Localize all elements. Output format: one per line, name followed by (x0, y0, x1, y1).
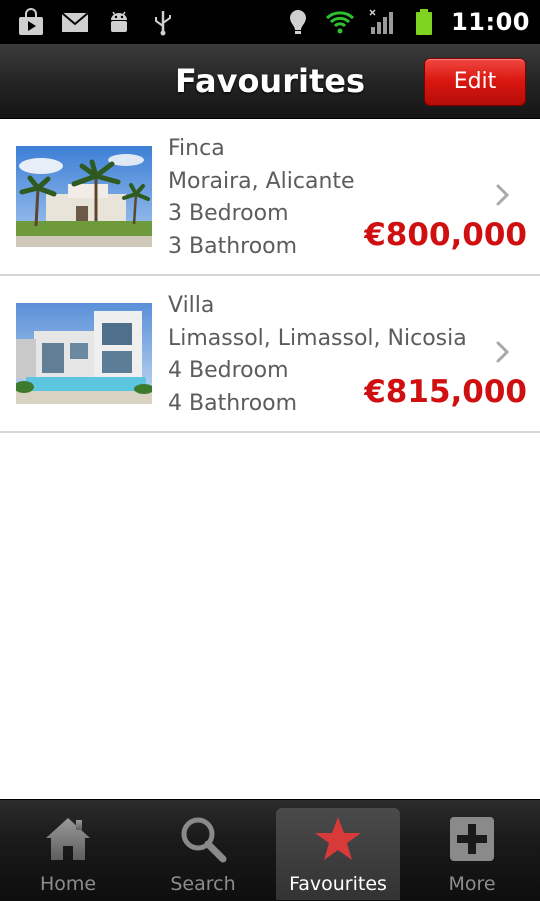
wifi-icon (326, 11, 355, 34)
property-location: Moraira, Alicante (168, 168, 355, 194)
property-type: Villa (168, 293, 215, 318)
tab-search[interactable]: Search (141, 808, 265, 900)
search-icon (181, 817, 227, 863)
property-price: €800,000 (364, 217, 527, 253)
tab-label: Search (170, 873, 236, 895)
bottom-tab-bar: Home Search Favourites More (0, 799, 540, 901)
android-icon (111, 11, 127, 32)
property-price: €815,000 (364, 374, 527, 410)
home-icon (46, 818, 90, 860)
property-bedrooms: 3 Bedroom (168, 201, 289, 226)
property-type: Finca (168, 136, 225, 161)
tab-favourites[interactable]: Favourites (276, 808, 400, 900)
star-icon (315, 817, 361, 860)
favourites-list: Finca Moraira, Alicante 3 Bedroom 3 Bath… (0, 119, 540, 433)
chevron-right-icon (496, 341, 510, 363)
location-icon (290, 10, 307, 34)
shopping-bag-icon (19, 8, 43, 35)
usb-icon (155, 11, 171, 36)
chevron-right-icon (496, 184, 510, 206)
gmail-icon (61, 12, 89, 32)
tab-label: Favourites (289, 873, 387, 895)
signal-icon (369, 9, 394, 34)
status-bar: 11:00 (0, 0, 540, 44)
property-photo (16, 303, 152, 404)
property-photo (16, 146, 152, 247)
tab-home[interactable]: Home (6, 808, 130, 900)
title-bar: Favourites Edit (0, 44, 540, 119)
list-item[interactable]: Finca Moraira, Alicante 3 Bedroom 3 Bath… (0, 119, 540, 276)
battery-icon (416, 9, 433, 35)
tab-more[interactable]: More (410, 808, 534, 900)
tab-label: Home (39, 873, 97, 895)
property-info: Finca Moraira, Alicante 3 Bedroom 3 Bath… (168, 133, 355, 263)
clock: 11:00 (451, 8, 530, 36)
tab-label: More (448, 873, 496, 895)
list-item[interactable]: Villa Limassol, Limassol, Nicosia 4 Bedr… (0, 276, 540, 433)
property-bathrooms: 3 Bathroom (168, 233, 298, 259)
plus-icon (450, 817, 494, 861)
property-location: Limassol, Limassol, Nicosia (168, 325, 467, 351)
edit-button[interactable]: Edit (424, 58, 526, 106)
